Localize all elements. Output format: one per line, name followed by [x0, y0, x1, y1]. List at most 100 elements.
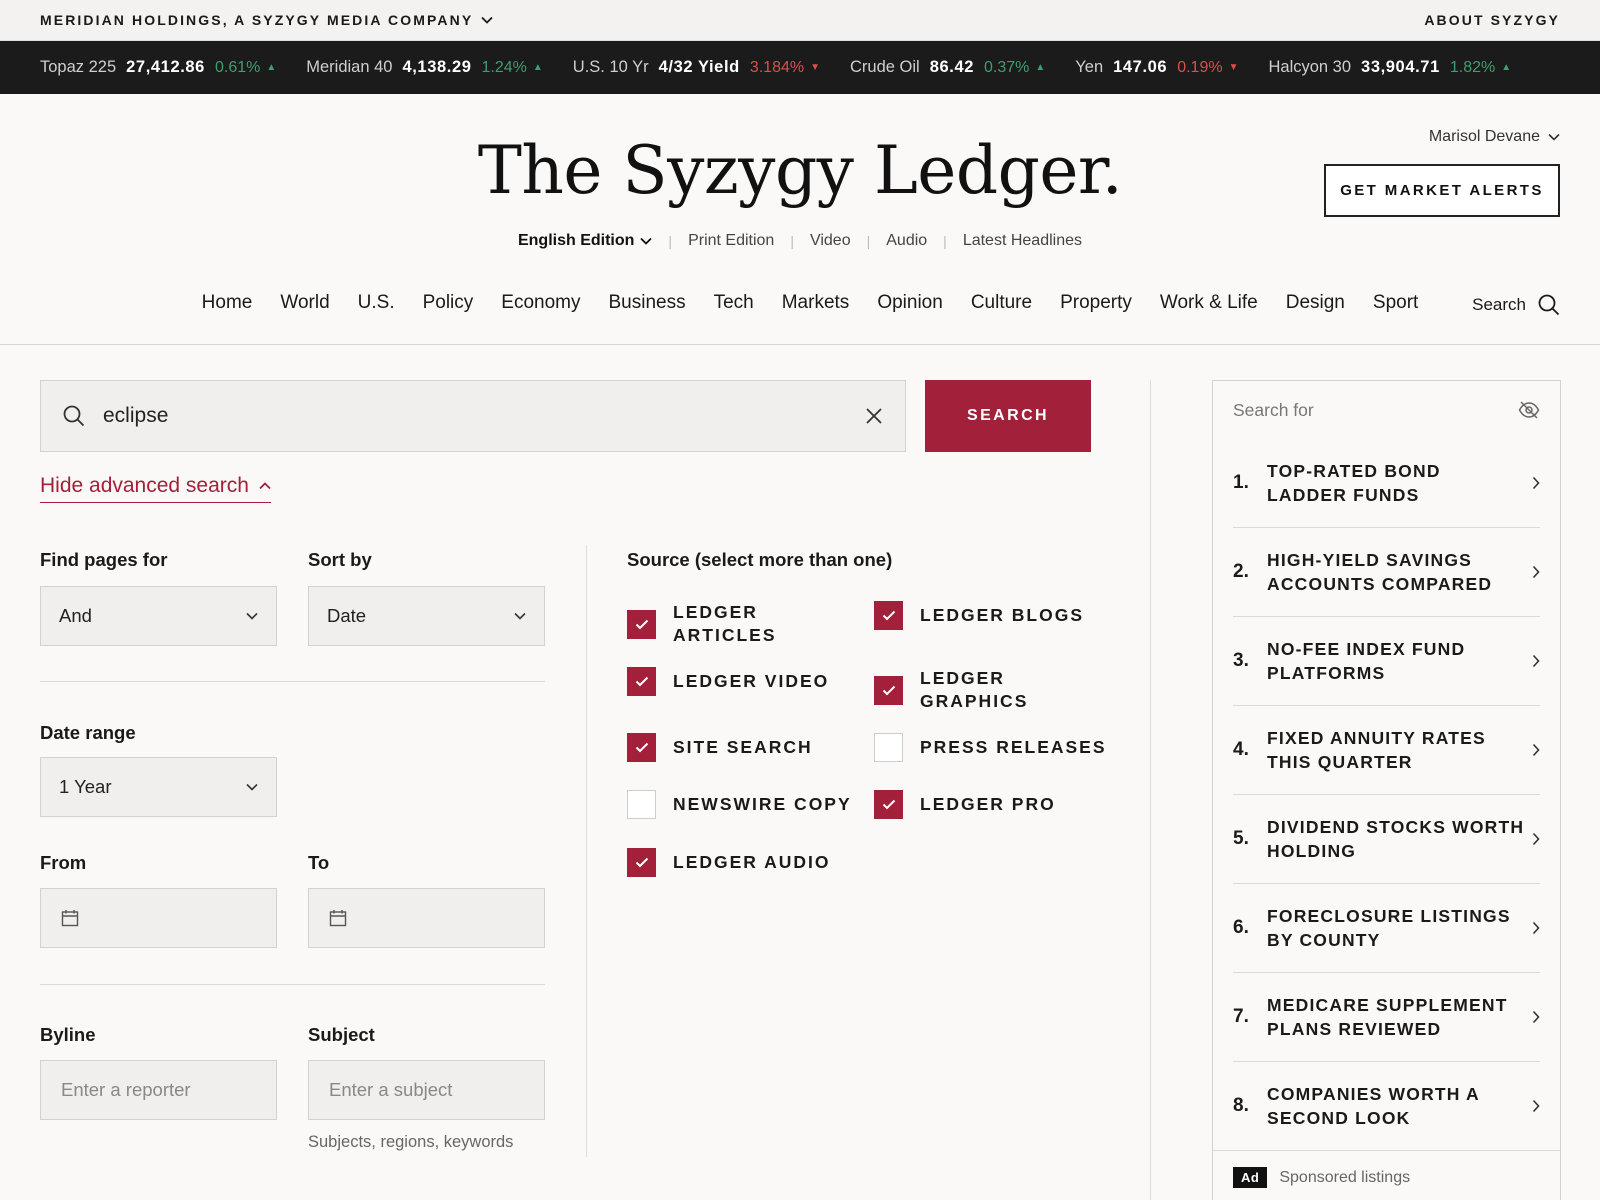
- sponsored-search-sidebar: Search for 1. TOP-RATED BOND LADDER FUND…: [1212, 380, 1561, 1200]
- corporate-menu[interactable]: MERIDIAN HOLDINGS, A SYZYGY MEDIA COMPAN…: [40, 12, 493, 28]
- get-market-alerts-button[interactable]: GET MARKET ALERTS: [1324, 164, 1560, 217]
- nav-item-markets[interactable]: Markets: [782, 292, 850, 314]
- video-link[interactable]: Video: [810, 232, 851, 250]
- source-checkbox-ledger-articles[interactable]: LEDGER ARTICLES: [627, 601, 853, 647]
- sponsored-item[interactable]: 6. FORECLOSURE LISTINGS BY COUNTY: [1233, 884, 1540, 973]
- ticker-item[interactable]: Yen 147.06 0.19% ▼: [1075, 58, 1238, 77]
- eye-off-icon[interactable]: [1518, 401, 1540, 419]
- check-icon: [635, 742, 648, 753]
- nav-item-policy[interactable]: Policy: [423, 292, 474, 314]
- subject-input[interactable]: Enter a subject: [308, 1060, 545, 1120]
- item-title: TOP-RATED BOND LADDER FUNDS: [1267, 461, 1441, 505]
- check-icon: [882, 610, 895, 621]
- date-range-label: Date range: [40, 722, 136, 743]
- sponsored-item[interactable]: 5. DIVIDEND STOCKS WORTH HOLDING: [1233, 795, 1540, 884]
- arrow-down-icon: ▼: [810, 62, 820, 73]
- nav-item-sport[interactable]: Sport: [1373, 292, 1418, 314]
- ticker-value: 27,412.86: [126, 58, 205, 76]
- ticker-change: 3.184%: [749, 58, 805, 76]
- arrow-up-icon: ▲: [532, 62, 543, 73]
- item-title: HIGH-YIELD SAVINGS ACCOUNTS COMPARED: [1267, 550, 1493, 594]
- ticker-item[interactable]: U.S. 10 Yr 4/32 Yield 3.184% ▼: [573, 58, 820, 77]
- checkbox[interactable]: [874, 733, 903, 762]
- byline-input[interactable]: Enter a reporter: [40, 1060, 277, 1120]
- from-date-field[interactable]: [40, 888, 277, 948]
- sponsored-item[interactable]: 8. COMPANIES WORTH A SECOND LOOK: [1233, 1062, 1540, 1150]
- source-checkbox-ledger-graphics[interactable]: LEDGER GRAPHICS: [874, 667, 1050, 713]
- source-checkbox-site-search[interactable]: SITE SEARCH: [627, 733, 853, 762]
- nav-search-button[interactable]: Search: [1472, 294, 1560, 316]
- search-button[interactable]: SEARCH: [925, 380, 1091, 452]
- edition-links: English Edition | Print Edition | Video …: [0, 232, 1600, 250]
- checkbox[interactable]: [874, 601, 903, 630]
- sponsored-item[interactable]: 4. FIXED ANNUITY RATES THIS QUARTER: [1233, 706, 1540, 795]
- sort-by-select[interactable]: Date: [308, 586, 545, 646]
- item-number: 1.: [1233, 472, 1249, 493]
- sponsored-item[interactable]: 1. TOP-RATED BOND LADDER FUNDS: [1233, 439, 1540, 528]
- sponsored-item[interactable]: 2. HIGH-YIELD SAVINGS ACCOUNTS COMPARED: [1233, 528, 1540, 617]
- nav-item-opinion[interactable]: Opinion: [877, 292, 943, 314]
- filter-column-divider: [586, 545, 587, 1157]
- date-range-select[interactable]: 1 Year: [40, 757, 277, 817]
- ticker-item[interactable]: Meridian 40 4,138.29 1.24% ▲: [306, 58, 543, 77]
- checkbox[interactable]: [627, 667, 656, 696]
- checkbox[interactable]: [874, 675, 903, 705]
- find-pages-select[interactable]: And: [40, 586, 277, 646]
- byline-label: Byline: [40, 1024, 96, 1045]
- sidebar-header-label: Search for: [1233, 399, 1314, 420]
- print-edition-link[interactable]: Print Edition: [688, 232, 774, 250]
- clear-icon[interactable]: [865, 407, 883, 425]
- item-number: 2.: [1233, 561, 1249, 582]
- about-link[interactable]: ABOUT SYZYGY: [1424, 12, 1560, 28]
- latest-headlines-link[interactable]: Latest Headlines: [963, 232, 1082, 250]
- nav-item-economy[interactable]: Economy: [501, 292, 580, 314]
- nav-item-us[interactable]: U.S.: [358, 292, 395, 314]
- arrow-down-icon: ▼: [1228, 62, 1239, 73]
- checkbox-label: LEDGER PRO: [920, 794, 1056, 814]
- nav-item-property[interactable]: Property: [1060, 292, 1132, 314]
- checkbox[interactable]: [627, 609, 656, 639]
- search-input[interactable]: [103, 404, 865, 428]
- nav-item-world[interactable]: World: [280, 292, 329, 314]
- nav-item-design[interactable]: Design: [1286, 292, 1345, 314]
- nav-item-business[interactable]: Business: [608, 292, 685, 314]
- sponsored-item[interactable]: 3. NO-FEE INDEX FUND PLATFORMS: [1233, 617, 1540, 706]
- checkbox-label: LEDGER ARTICLES: [673, 602, 777, 645]
- nav-item-home[interactable]: Home: [202, 292, 253, 314]
- checkbox-label: LEDGER BLOGS: [920, 605, 1085, 625]
- sponsored-item[interactable]: 7. MEDICARE SUPPLEMENT PLANS REVIEWED: [1233, 973, 1540, 1062]
- user-name: Marisol Devane: [1428, 128, 1540, 145]
- ticker-item[interactable]: Crude Oil 86.42 0.37% ▲: [850, 58, 1045, 77]
- checkbox-label: LEDGER GRAPHICS: [920, 668, 1029, 711]
- to-label: To: [308, 852, 330, 873]
- item-title: FIXED ANNUITY RATES THIS QUARTER: [1267, 728, 1486, 772]
- source-checkbox-newswire-copy[interactable]: NEWSWIRE COPY: [627, 790, 853, 819]
- item-number: 7.: [1233, 1006, 1249, 1027]
- source-checkbox-ledger-audio[interactable]: LEDGER AUDIO: [627, 848, 853, 877]
- chevron-right-icon: [1532, 921, 1540, 935]
- checkbox[interactable]: [627, 848, 656, 877]
- nav-item-work-life[interactable]: Work & Life: [1160, 292, 1258, 314]
- source-checkbox-ledger-pro[interactable]: LEDGER PRO: [874, 790, 1100, 819]
- from-label: From: [40, 852, 87, 873]
- source-checkbox-press-releases[interactable]: PRESS RELEASES: [874, 733, 1120, 762]
- nav-item-culture[interactable]: Culture: [971, 292, 1032, 314]
- hide-advanced-search-toggle[interactable]: Hide advanced search: [40, 474, 271, 503]
- nav-item-tech[interactable]: Tech: [714, 292, 754, 314]
- checkbox[interactable]: [627, 790, 656, 819]
- item-title: MEDICARE SUPPLEMENT PLANS REVIEWED: [1267, 995, 1508, 1039]
- audio-link[interactable]: Audio: [886, 232, 927, 250]
- separator: |: [866, 233, 871, 249]
- checkbox[interactable]: [874, 790, 903, 819]
- to-date-field[interactable]: [308, 888, 545, 948]
- sidebar-header: Search for: [1213, 381, 1560, 439]
- ticker-name: Yen: [1075, 58, 1104, 76]
- ticker-item[interactable]: Topaz 225 27,412.86 0.61% ▲: [40, 58, 276, 77]
- checkbox[interactable]: [627, 733, 656, 762]
- edition-selector[interactable]: English Edition: [518, 232, 653, 250]
- source-checkbox-ledger-blogs[interactable]: LEDGER BLOGS: [874, 601, 1100, 630]
- ticker-item[interactable]: Halcyon 30 33,904.71 1.82% ▲: [1268, 58, 1511, 77]
- user-menu[interactable]: Marisol Devane: [1429, 128, 1560, 146]
- chevron-down-icon: [246, 783, 258, 791]
- source-checkbox-ledger-video[interactable]: LEDGER VIDEO: [627, 667, 853, 696]
